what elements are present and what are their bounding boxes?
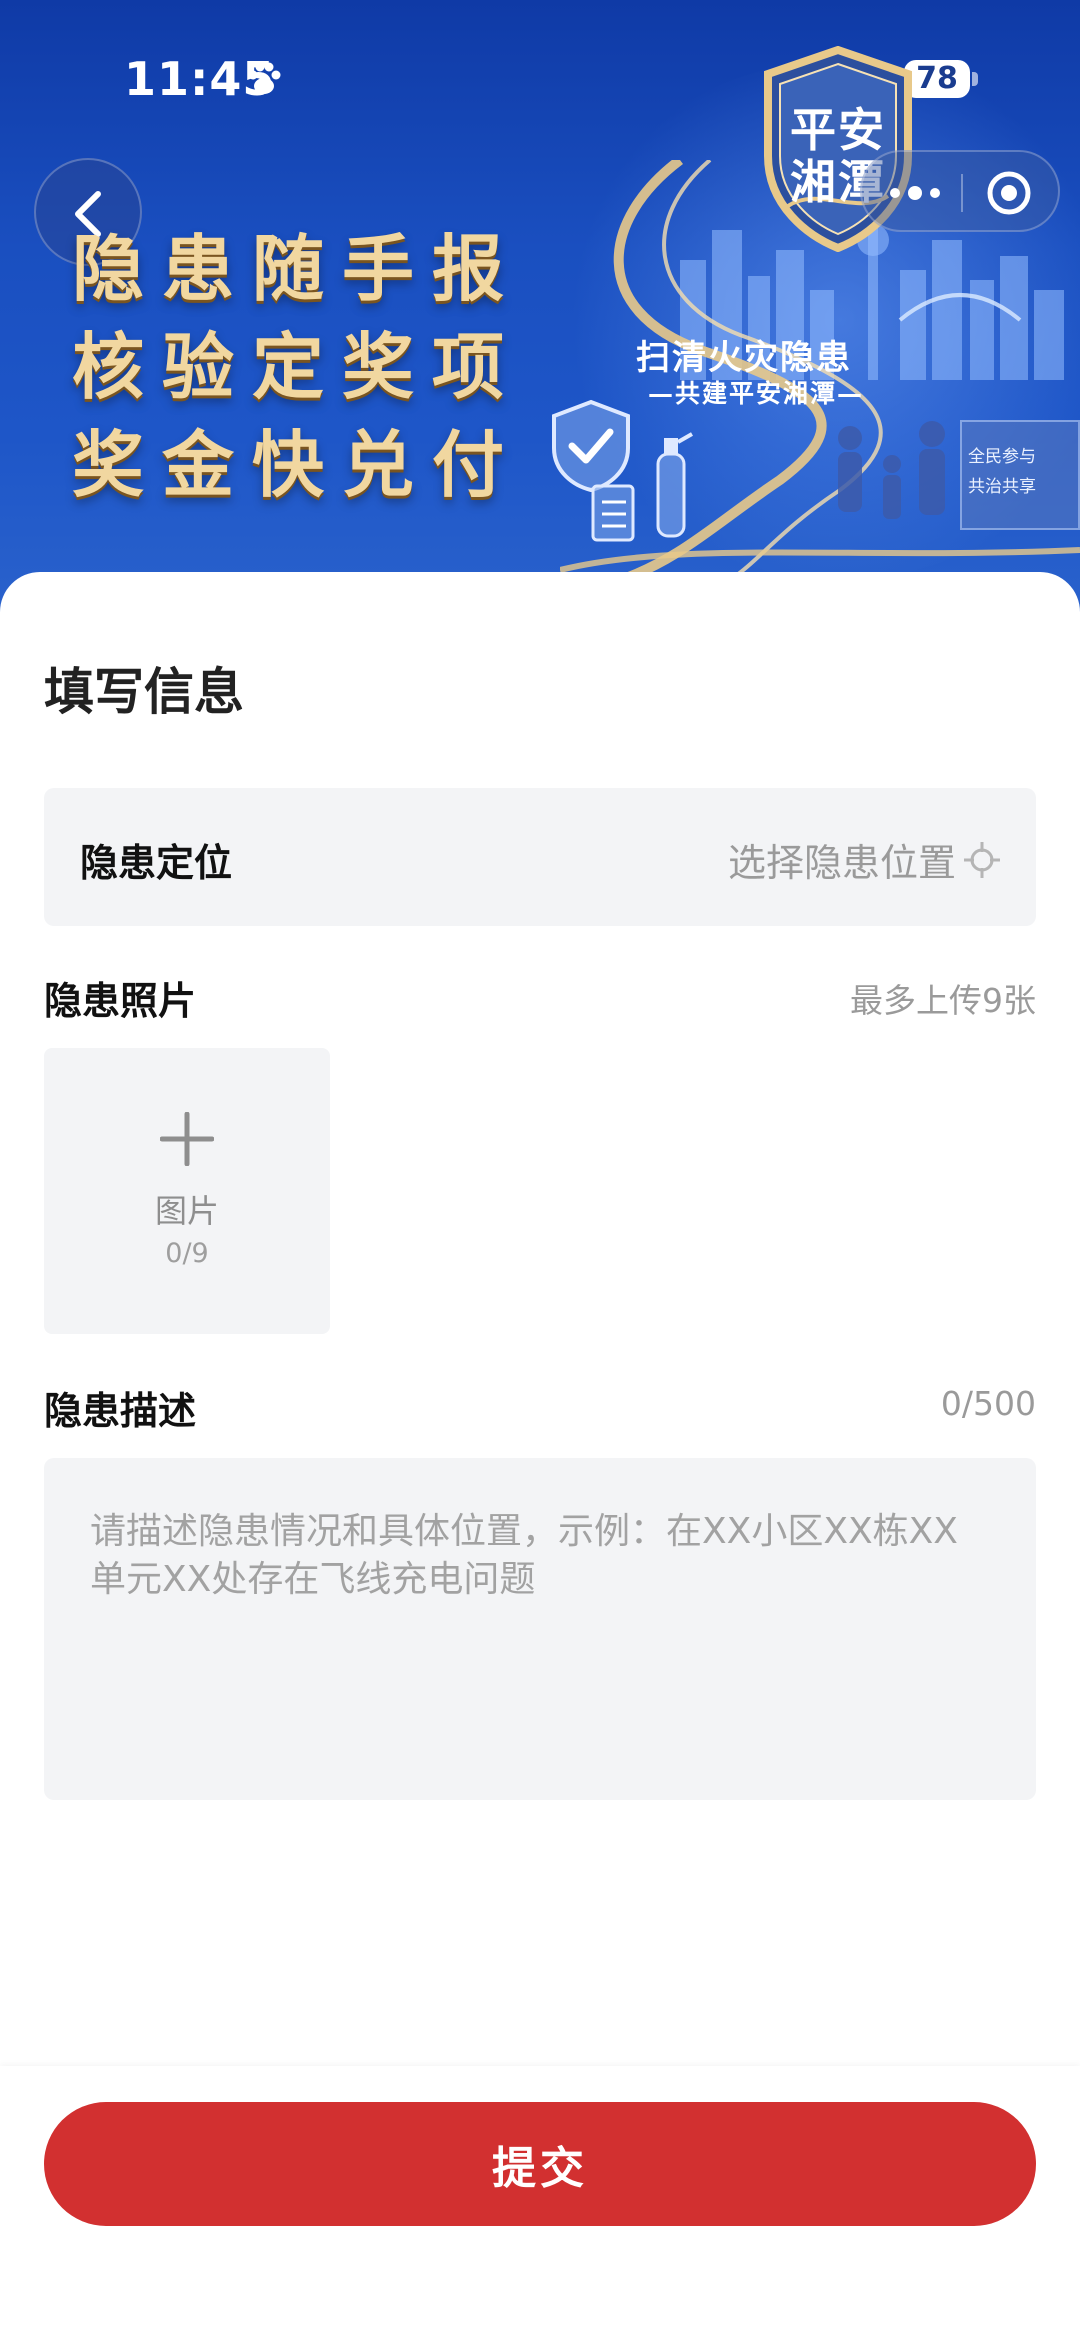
upload-count: 0/9 — [165, 1238, 209, 1269]
banner-slogan-line1: 隐患随手报 — [72, 227, 523, 311]
banner: 11:45 78 平安 湘潭 隐患随手报 核验定奖项 奖金快兑付 扫清火灾隐患 … — [0, 0, 1080, 620]
more-icon[interactable] — [882, 178, 948, 208]
banner-slogan-line2: 核验定奖项 — [72, 325, 523, 409]
description-char-count: 0/500 — [940, 1384, 1036, 1423]
upload-label: 图片 — [154, 1192, 219, 1230]
location-label: 隐患定位 — [80, 841, 233, 885]
crosshair-icon — [964, 842, 1000, 878]
plus-icon — [160, 1112, 214, 1166]
capsule-divider — [961, 174, 963, 212]
description-textarea[interactable] — [44, 1458, 1036, 1800]
banner-slogan-line3: 奖金快兑付 — [72, 423, 523, 507]
family-illustration — [838, 421, 945, 519]
photo-upload-button[interactable]: 图片 0/9 — [44, 1048, 330, 1334]
submit-button[interactable]: 提交 — [44, 2102, 1036, 2226]
fire-extinguisher-icon — [656, 432, 693, 538]
banner-subtitle: 扫清火灾隐患 — [636, 338, 852, 378]
close-target-icon[interactable] — [986, 170, 1032, 216]
page-title: 填写信息 — [44, 663, 244, 721]
checklist-icon — [591, 484, 635, 542]
banner-subcaption: —共建平安湘潭— — [648, 379, 865, 408]
photo-limit-hint: 最多上传9张 — [850, 981, 1036, 1020]
form-card: 填写信息 隐患定位 选择隐患位置 隐患照片 最多上传9张 图片 0/9 隐患描述… — [0, 572, 1080, 2072]
sign-board: 全民参与 共治共享 — [960, 420, 1080, 530]
paw-icon — [248, 62, 281, 94]
location-picker[interactable]: 隐患定位 选择隐患位置 — [44, 788, 1036, 926]
sign-text-line1: 全民参与 — [968, 447, 1036, 467]
battery-tip — [972, 72, 978, 86]
sign-text-line2: 共治共享 — [968, 477, 1036, 497]
photo-label: 隐患照片 — [44, 979, 197, 1023]
location-placeholder: 选择隐患位置 — [727, 841, 956, 885]
description-label: 隐患描述 — [44, 1389, 197, 1433]
bottom-action-bar: 提交 — [0, 2066, 1080, 2346]
capsule-menu — [860, 150, 1060, 232]
